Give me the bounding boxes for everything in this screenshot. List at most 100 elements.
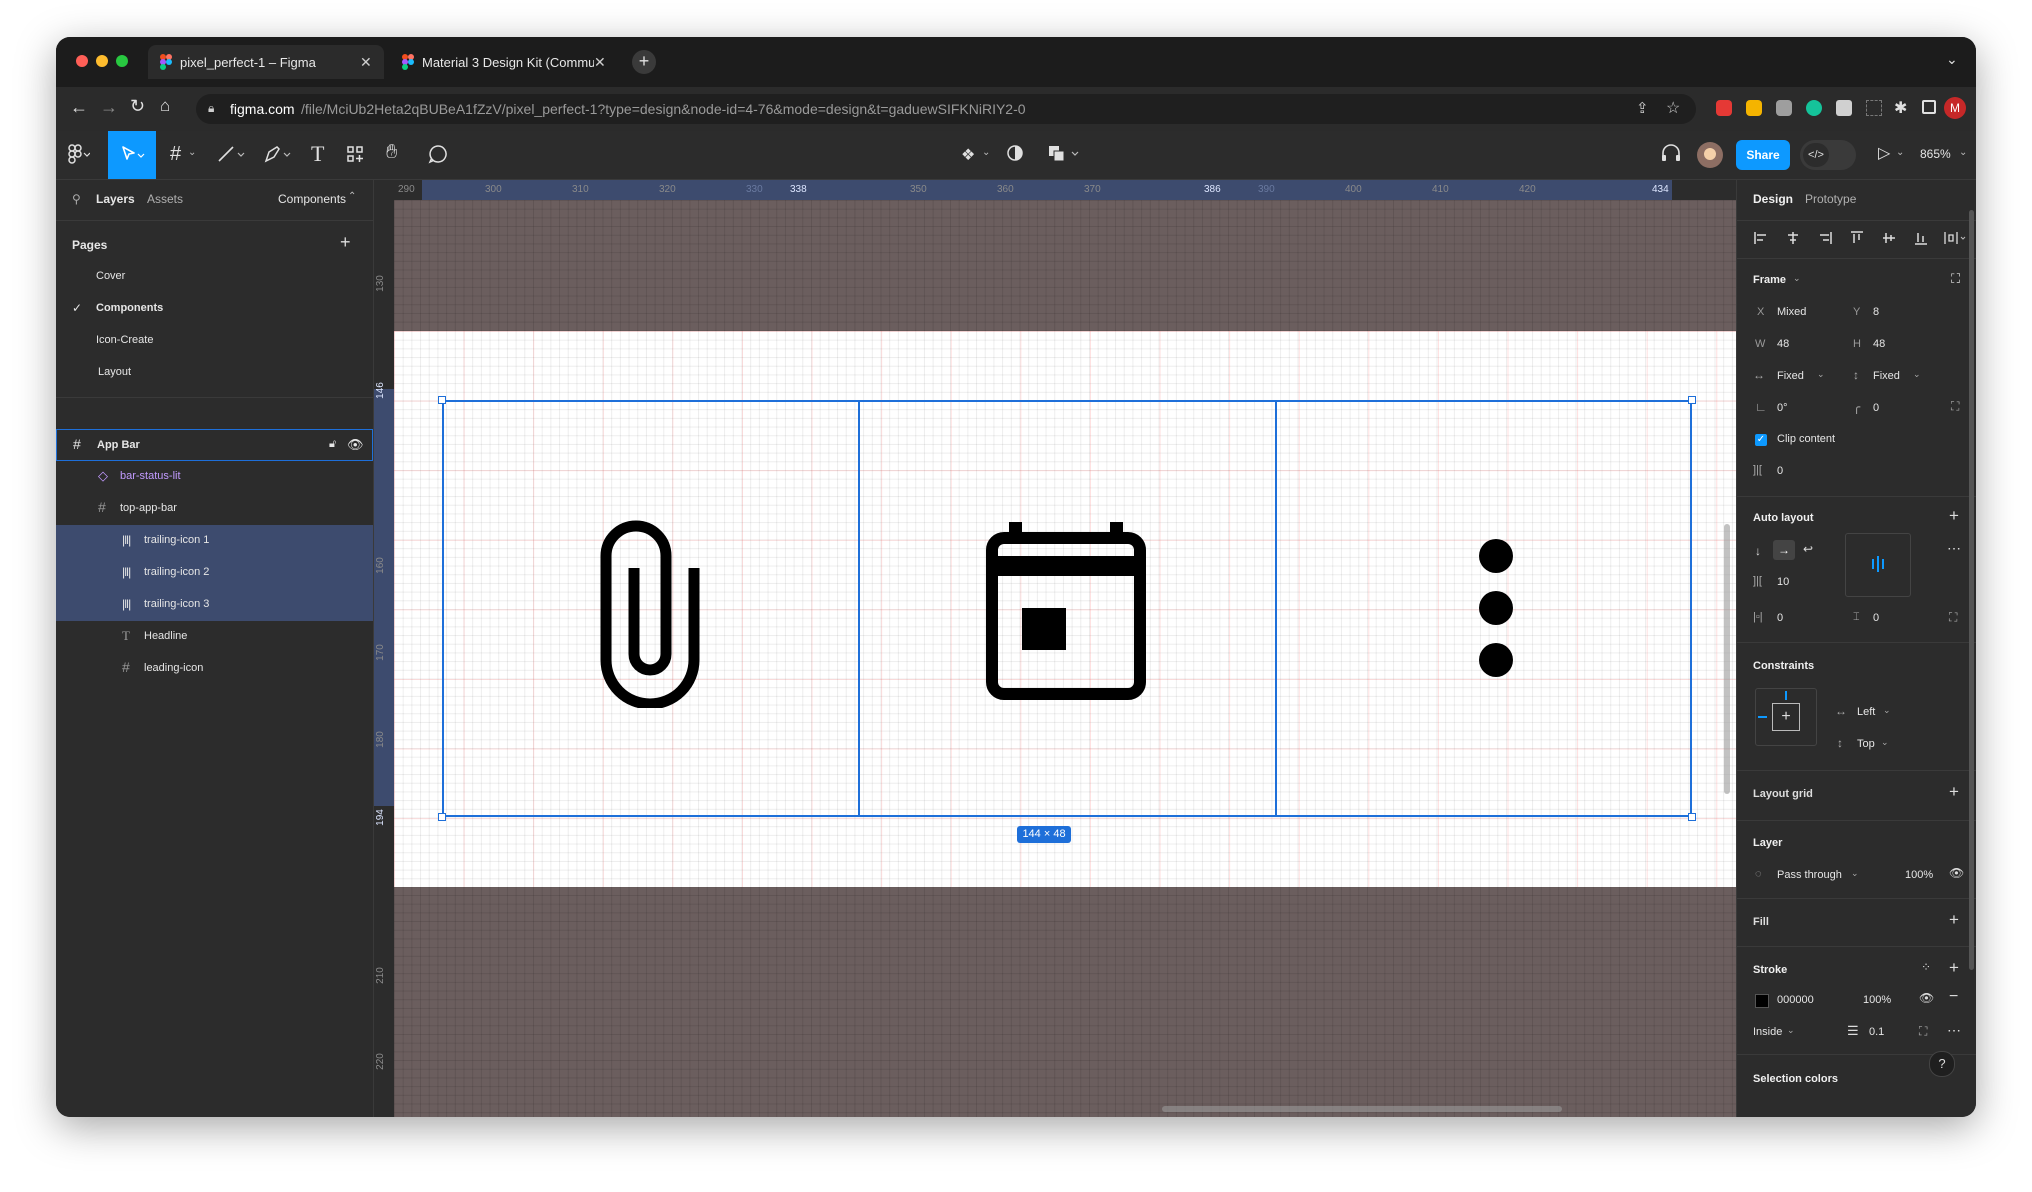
move-tool-button[interactable] xyxy=(108,131,156,179)
attach-icon[interactable] xyxy=(600,516,700,708)
share-page-icon[interactable]: ⇪ xyxy=(1636,99,1649,117)
eye-icon[interactable]: 👁︎ xyxy=(347,437,364,453)
vertical-scrollbar[interactable] xyxy=(1724,524,1730,794)
extensions-puzzle-icon[interactable]: ✱ xyxy=(1894,98,1907,118)
tab-design[interactable]: Design xyxy=(1753,192,1793,206)
height-mode-dropdown[interactable]: Fixed xyxy=(1873,370,1900,382)
clip-content-checkbox[interactable]: ✓ xyxy=(1755,434,1767,446)
calendar-icon[interactable] xyxy=(986,522,1146,700)
boolean-icon[interactable] xyxy=(1048,144,1082,162)
resources-tool-icon[interactable] xyxy=(346,145,364,163)
panel-scrollbar[interactable] xyxy=(1969,210,1974,970)
x-input[interactable]: Mixed xyxy=(1777,306,1806,318)
chevron-down-icon[interactable]: ⌄ xyxy=(1881,737,1889,748)
lock-icon[interactable]: 🔓︎ xyxy=(329,438,336,451)
layer-top-app-bar[interactable]: # top-app-bar xyxy=(56,493,373,525)
comment-tool-icon[interactable] xyxy=(428,144,448,164)
gap-input[interactable]: 10 xyxy=(1777,576,1789,588)
align-left-icon[interactable] xyxy=(1753,230,1769,246)
canvas[interactable]: 290 300 310 320 330 338 350 360 370 386 … xyxy=(374,180,1736,1117)
layer-bar-status-lit[interactable]: ◇ bar-status-lit xyxy=(56,461,373,493)
forward-icon[interactable]: → xyxy=(100,97,118,118)
pen-tool-icon[interactable] xyxy=(262,143,292,165)
bookmark-star-icon[interactable]: ☆ xyxy=(1666,98,1680,118)
new-tab-button[interactable]: + xyxy=(632,50,656,74)
grammarly-icon[interactable] xyxy=(1806,100,1822,116)
align-bottom-icon[interactable] xyxy=(1913,230,1929,246)
wrap-icon[interactable]: ↩ xyxy=(1803,542,1813,556)
components-page-dropdown[interactable]: Components xyxy=(278,192,346,206)
stroke-sides-icon[interactable]: ⛶ xyxy=(1919,1024,1927,1039)
tab-assets[interactable]: Assets xyxy=(147,192,183,206)
h-input[interactable]: 48 xyxy=(1873,338,1885,350)
help-button[interactable]: ? xyxy=(1929,1051,1955,1077)
add-stroke-icon[interactable]: + xyxy=(1949,958,1959,978)
hand-tool-icon[interactable]: ✋︎ xyxy=(386,141,397,164)
chevron-down-icon[interactable]: ⌄ xyxy=(1959,147,1967,158)
layer-opacity-input[interactable]: 100% xyxy=(1905,869,1933,881)
chevron-down-icon[interactable]: ⌄ xyxy=(1896,147,1904,158)
layer-app-bar[interactable]: # App Bar 🔓︎ 👁︎ xyxy=(56,429,373,461)
stroke-position-dropdown[interactable]: Inside xyxy=(1753,1026,1782,1038)
more-options-icon[interactable]: ⋯ xyxy=(1947,540,1961,557)
radius-input[interactable]: 0 xyxy=(1873,402,1879,414)
mask-icon[interactable] xyxy=(1006,144,1024,162)
reload-icon[interactable]: ↻ xyxy=(130,96,145,117)
add-layout-grid-icon[interactable]: + xyxy=(1949,782,1959,802)
line-tool-icon[interactable] xyxy=(216,143,246,165)
padding-v-input[interactable]: 0 xyxy=(1873,612,1879,624)
eye-icon[interactable]: 👁︎ xyxy=(1949,866,1964,880)
frame-tool-icon[interactable]: # xyxy=(170,143,181,166)
constraints-widget[interactable]: + xyxy=(1755,688,1817,746)
horizontal-constraint-dropdown[interactable]: Left xyxy=(1857,706,1875,718)
style-grid-icon[interactable]: ⁘ xyxy=(1921,960,1931,974)
dev-mode-toggle[interactable]: </> xyxy=(1800,140,1856,170)
frame-section-title[interactable]: Frame xyxy=(1753,274,1786,286)
distribute-icon[interactable] xyxy=(1943,230,1967,246)
app-bar-frame[interactable]: 144 × 48 xyxy=(394,331,1736,887)
tab-layers[interactable]: Layers xyxy=(96,192,135,206)
more-vert-icon[interactable] xyxy=(1478,538,1514,680)
chevron-down-icon[interactable]: ⌄ xyxy=(1787,1025,1795,1036)
layer-trailing-icon-1[interactable]: |‖| trailing-icon 1 xyxy=(56,525,373,557)
component-icon[interactable]: ❖ xyxy=(961,145,975,165)
figma-menu-icon[interactable] xyxy=(68,144,90,164)
layer-headline[interactable]: T Headline xyxy=(56,621,373,653)
extension-camera-icon[interactable] xyxy=(1776,100,1792,116)
page-item-cover[interactable]: Cover xyxy=(56,261,373,293)
page-item-layout[interactable]: Layout xyxy=(56,357,373,389)
layer-trailing-icon-3[interactable]: |‖| trailing-icon 3 xyxy=(56,589,373,621)
tab-search-icon[interactable]: ⌄ xyxy=(1946,51,1958,68)
resize-handle[interactable] xyxy=(438,813,446,821)
close-tab-icon[interactable]: ✕ xyxy=(360,54,372,71)
chevron-down-icon[interactable]: ⌄ xyxy=(188,147,196,158)
sidepanel-icon[interactable] xyxy=(1922,100,1936,114)
alignment-matrix[interactable] xyxy=(1845,533,1911,597)
chevron-down-icon[interactable]: ⌄ xyxy=(1851,868,1859,879)
extension-red-icon[interactable] xyxy=(1716,100,1732,116)
extension-gray-icon[interactable] xyxy=(1836,100,1852,116)
layer-leading-icon[interactable]: # leading-icon xyxy=(56,653,373,685)
more-options-icon[interactable]: ⋯ xyxy=(1947,1022,1961,1039)
text-tool-icon[interactable]: T xyxy=(311,141,324,167)
width-mode-dropdown[interactable]: Fixed xyxy=(1777,370,1804,382)
horizontal-scrollbar[interactable] xyxy=(1162,1106,1562,1112)
chevron-down-icon[interactable]: ⌄ xyxy=(1817,369,1825,380)
maximize-window-button[interactable] xyxy=(116,55,128,67)
chevron-down-icon[interactable]: ⌄ xyxy=(1883,705,1891,716)
zoom-level[interactable]: 865% xyxy=(1920,147,1951,161)
remove-stroke-icon[interactable]: − xyxy=(1949,988,1958,1006)
w-input[interactable]: 48 xyxy=(1777,338,1789,350)
resize-handle[interactable] xyxy=(438,396,446,404)
eye-icon[interactable]: 👁︎ xyxy=(1919,991,1934,1005)
spacing-input[interactable]: 0 xyxy=(1777,465,1783,477)
align-right-icon[interactable] xyxy=(1817,230,1833,246)
tab-pixel-perfect[interactable]: pixel_perfect-1 – Figma ✕ xyxy=(148,45,384,79)
vertical-constraint-dropdown[interactable]: Top xyxy=(1857,738,1875,750)
stroke-opacity-input[interactable]: 100% xyxy=(1863,994,1891,1006)
stroke-color-swatch[interactable] xyxy=(1755,994,1769,1008)
home-icon[interactable]: ⌂ xyxy=(160,96,170,116)
resize-handle[interactable] xyxy=(1688,396,1696,404)
close-window-button[interactable] xyxy=(76,55,88,67)
independent-padding-icon[interactable]: ⛶ xyxy=(1949,610,1957,625)
